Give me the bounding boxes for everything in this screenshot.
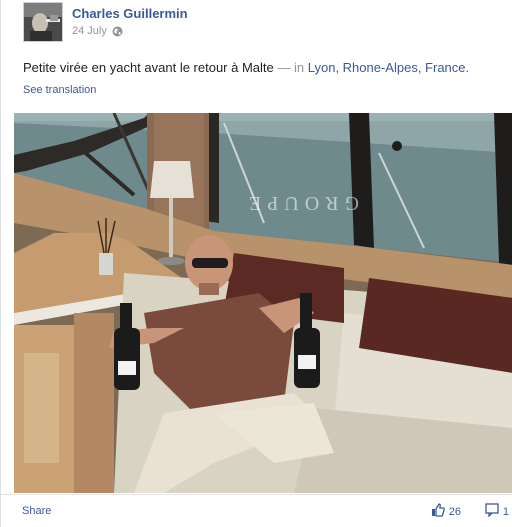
post-photo[interactable]: GROUPE bbox=[14, 113, 512, 493]
post-text: Petite virée en yacht avant le retour à … bbox=[23, 60, 469, 75]
likes-counter[interactable]: 26 bbox=[431, 503, 461, 520]
post-message: Petite virée en yacht avant le retour à … bbox=[23, 60, 274, 75]
likes-count: 26 bbox=[448, 505, 461, 518]
avatar[interactable] bbox=[23, 2, 63, 42]
comment-icon bbox=[485, 503, 499, 520]
post-footer: Share 26 1 bbox=[1, 494, 512, 527]
share-button[interactable]: Share bbox=[22, 505, 51, 517]
thumbs-up-icon bbox=[431, 503, 445, 520]
window-sign-text: GROUPE bbox=[243, 192, 359, 214]
see-translation-link[interactable]: See translation bbox=[23, 84, 96, 96]
globe-icon[interactable] bbox=[112, 26, 123, 37]
location-link[interactable]: Lyon, Rhone-Alpes, France. bbox=[308, 60, 469, 75]
feed-post: Charles Guillermin 24 July Petite virée … bbox=[0, 0, 512, 527]
comments-count: 1 bbox=[502, 505, 509, 518]
post-meta: 24 July bbox=[72, 25, 123, 37]
comments-counter[interactable]: 1 bbox=[485, 503, 509, 520]
author-name[interactable]: Charles Guillermin bbox=[72, 6, 188, 21]
post-date[interactable]: 24 July bbox=[72, 25, 107, 37]
location-separator: — in bbox=[277, 60, 305, 75]
